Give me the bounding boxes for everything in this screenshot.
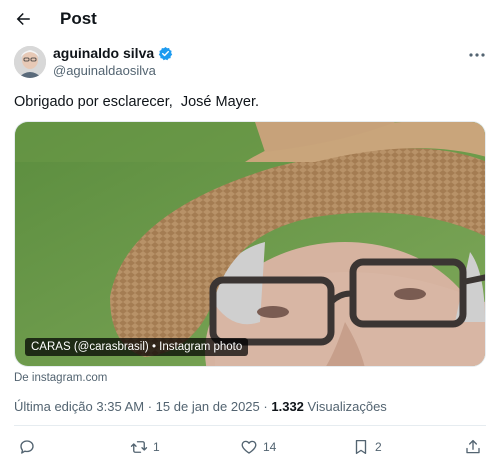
author-names: aguinaldo silva @aguinaldaosilva xyxy=(53,44,273,78)
heart-icon xyxy=(241,440,257,454)
author-block: aguinaldo silva @aguinaldaosilva xyxy=(14,44,173,80)
photo-image xyxy=(15,122,485,366)
views-label: Visualizações xyxy=(307,399,387,414)
more-options-button[interactable] xyxy=(466,46,488,64)
retweet-icon xyxy=(130,441,148,453)
arrow-left-icon xyxy=(16,13,30,25)
share-icon xyxy=(466,439,480,454)
media-caption-label: CARAS (@carasbrasil) • Instagram photo xyxy=(25,338,249,356)
action-bar: 1 14 2 xyxy=(14,436,486,458)
retweet-count: 1 xyxy=(153,440,160,454)
page-title: Post xyxy=(60,9,97,28)
divider xyxy=(14,425,486,426)
views-count: 1.332 xyxy=(271,399,304,414)
top-bar: Post xyxy=(0,0,502,40)
more-dots-icon xyxy=(469,53,485,57)
meta-separator: · xyxy=(263,399,268,414)
meta-separator: · xyxy=(147,399,153,414)
retweet-button[interactable]: 1 xyxy=(130,436,160,458)
back-button[interactable] xyxy=(12,8,34,30)
author-display-name[interactable]: aguinaldo silva xyxy=(53,45,154,61)
last-edit-text[interactable]: Última edição 3:35 AM xyxy=(14,399,144,414)
like-count: 14 xyxy=(263,440,277,454)
bookmark-icon xyxy=(355,439,367,455)
share-button[interactable] xyxy=(464,436,482,458)
author-handle[interactable]: @aguinaldaosilva xyxy=(53,63,273,78)
verified-badge-icon xyxy=(158,46,173,61)
bookmark-count: 2 xyxy=(375,440,382,454)
media-source-link[interactable]: De instagram.com xyxy=(14,372,107,384)
tweet-text: Obrigado por esclarecer, José Mayer. xyxy=(14,94,260,110)
avatar[interactable] xyxy=(14,46,46,78)
like-button[interactable]: 14 xyxy=(240,436,276,458)
tweet-media[interactable]: CARAS (@carasbrasil) • Instagram photo xyxy=(14,121,486,367)
tweet-metadata: Última edição 3:35 AM · 15 de jan de 202… xyxy=(14,399,387,414)
reply-icon xyxy=(20,440,34,454)
reply-button[interactable] xyxy=(18,436,36,458)
bookmark-button[interactable]: 2 xyxy=(352,436,382,458)
tweet-date: 15 de jan de 2025 xyxy=(155,399,260,414)
